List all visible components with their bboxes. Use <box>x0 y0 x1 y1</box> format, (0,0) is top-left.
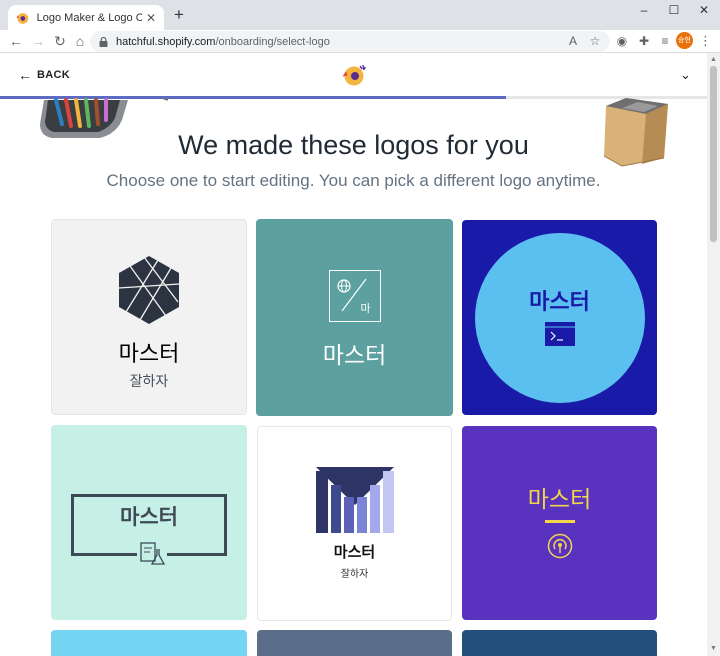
tab-title: Logo Maker & Logo Creator - F <box>36 11 142 24</box>
logo-card[interactable] <box>257 630 452 656</box>
browser-toolbar: ← → ↻ ⌂ hatchful.shopify.com/onboarding/… <box>0 30 720 53</box>
url-path: /onboarding/select-logo <box>215 35 330 48</box>
tab-strip: Logo Maker & Logo Creator - F ✕ + – ☐ ✕ <box>0 0 720 30</box>
terminal-icon <box>544 321 575 346</box>
logo-card[interactable] <box>462 630 657 656</box>
logo-name: 마스터 <box>529 289 590 315</box>
page-header: ← BACK ⌄ <box>0 53 707 98</box>
scroll-down-icon[interactable]: ▼ <box>707 643 720 655</box>
back-button[interactable]: ← BACK <box>18 67 70 83</box>
forward-nav-icon[interactable]: → <box>30 33 46 49</box>
geometric-hexagon-icon <box>118 255 180 324</box>
scroll-up-icon[interactable]: ▲ <box>707 54 720 66</box>
logo-name: 마스터 <box>527 486 592 513</box>
logo-circle-emblem: 마스터 <box>474 232 645 403</box>
chevron-down-icon[interactable]: ⌄ <box>680 67 691 83</box>
lock-icon <box>99 36 108 47</box>
logo-tagline: 잘하자 <box>340 569 369 580</box>
globe-icon <box>337 278 367 312</box>
reading-list-icon[interactable]: ≡ <box>657 33 673 49</box>
logo-tagline: 잘하자 <box>129 373 169 390</box>
bookmark-star-icon[interactable]: ☆ <box>587 33 603 49</box>
emblem-letter: 마 <box>360 301 371 315</box>
address-bar[interactable]: hatchful.shopify.com/onboarding/select-l… <box>90 31 610 52</box>
maximize-icon[interactable]: ☐ <box>664 2 684 18</box>
browser-menu-icon[interactable]: ⋮ <box>699 33 712 49</box>
page-subtitle: Choose one to start editing. You can pic… <box>106 171 601 190</box>
logo-card[interactable]: 마 마스터 <box>256 219 453 416</box>
back-nav-icon[interactable]: ← <box>8 33 24 49</box>
logo-underline <box>544 519 575 523</box>
close-tab-icon[interactable]: ✕ <box>146 11 156 25</box>
logo-card[interactable] <box>51 630 247 656</box>
minimize-icon[interactable]: – <box>634 2 654 18</box>
scrollbar-thumb[interactable] <box>710 66 717 242</box>
back-label: BACK <box>37 69 70 81</box>
new-tab-icon[interactable]: + <box>170 6 188 24</box>
logo-name: 마스터 <box>120 504 178 529</box>
home-icon[interactable]: ⌂ <box>72 33 88 49</box>
extensions-puzzle-icon[interactable]: ✚ <box>636 33 652 49</box>
hatchful-logo[interactable] <box>342 63 368 87</box>
reload-icon[interactable]: ↻ <box>52 33 68 49</box>
profile-avatar[interactable]: 승현 <box>676 32 693 49</box>
logo-card[interactable]: 마스터 <box>462 220 657 415</box>
logo-name: 마스터 <box>118 341 180 367</box>
globe-square-emblem: 마 <box>328 269 381 322</box>
logo-card[interactable]: 마스터 <box>462 426 657 620</box>
translate-icon[interactable]: A <box>565 33 581 49</box>
url-host: hatchful.shopify.com <box>116 35 216 48</box>
arrow-left-icon: ← <box>18 67 32 83</box>
lab-flask-icon <box>137 540 167 567</box>
logo-card[interactable]: 마스터 잘하자 <box>257 426 452 621</box>
logo-name: 마스터 <box>333 543 376 561</box>
logo-name: 마스터 <box>322 342 387 369</box>
m-monogram-icon <box>315 467 394 533</box>
browser-tab[interactable]: Logo Maker & Logo Creator - F ✕ <box>8 5 164 30</box>
window-close-icon[interactable]: ✕ <box>694 2 714 18</box>
logo-card[interactable]: 마스터 잘하자 <box>51 219 247 415</box>
hatchful-favicon-icon <box>16 12 29 24</box>
broadcast-signal-icon <box>547 533 572 558</box>
screenshot-camera-icon[interactable]: ◉ <box>614 33 630 49</box>
logo-card[interactable]: 마스터 <box>51 425 247 620</box>
page-title: We made these logos for you <box>178 130 529 160</box>
logo-frame: 마스터 <box>71 493 227 567</box>
